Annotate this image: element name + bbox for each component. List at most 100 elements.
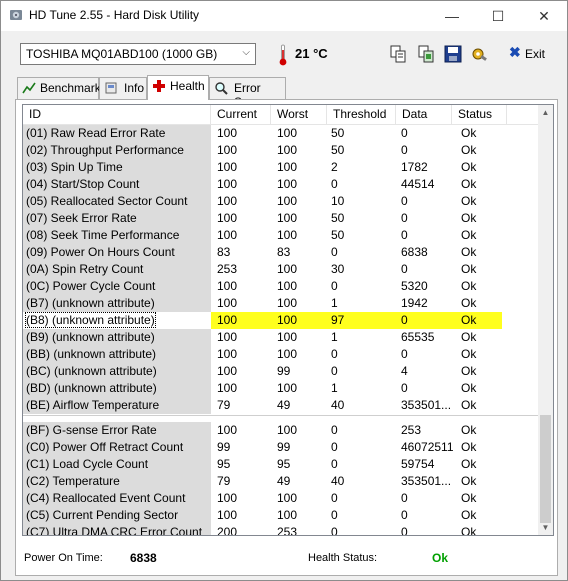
table-row[interactable]: (C7) Ultra DMA CRC Error Count 200 253 0… (23, 524, 538, 535)
table-row[interactable]: (C0) Power Off Retract Count 99 99 0 460… (23, 439, 538, 456)
column-header-id[interactable]: ID (23, 105, 211, 125)
app-window: HD Tune 2.55 - Hard Disk Utility — ☐ ✕ T… (0, 0, 568, 581)
cell-worst: 100 (277, 177, 298, 191)
table-row[interactable]: (C2) Temperature 79 49 40 353501... Ok (23, 473, 538, 490)
cell-current: 79 (217, 398, 231, 412)
scroll-up-arrow-icon[interactable]: ▲ (538, 105, 553, 120)
cell-id: (09) Power On Hours Count (23, 244, 211, 261)
table-row[interactable]: (C5) Current Pending Sector 100 100 0 0 … (23, 507, 538, 524)
smart-table[interactable]: ID Current Worst Threshold Data Status (… (22, 104, 554, 536)
table-row[interactable]: (08) Seek Time Performance 100 100 50 0 … (23, 227, 538, 244)
cell-id: (B7) (unknown attribute) (23, 295, 211, 312)
copy-screenshot-icon[interactable] (415, 43, 437, 65)
cell-current: 100 (217, 313, 238, 327)
cell-id: (C2) Temperature (23, 473, 211, 490)
cell-current: 200 (217, 525, 238, 535)
cell-threshold: 1 (331, 296, 338, 310)
tab-error-scan[interactable]: Error Scan (209, 77, 286, 109)
table-row[interactable]: (03) Spin Up Time 100 100 2 1782 Ok (23, 159, 538, 176)
tab-health[interactable]: Health (147, 75, 209, 100)
cell-id: (05) Reallocated Sector Count (23, 193, 211, 210)
table-row[interactable]: (02) Throughput Performance 100 100 50 0… (23, 142, 538, 159)
cell-status: Ok (461, 440, 477, 454)
scroll-down-arrow-icon[interactable]: ▼ (538, 520, 553, 535)
tab-benchmark[interactable]: Benchmark (17, 77, 101, 99)
cell-threshold: 50 (331, 126, 345, 140)
maximize-button[interactable]: ☐ (475, 1, 521, 31)
cell-id: (07) Seek Error Rate (23, 210, 211, 227)
cell-threshold: 0 (331, 364, 338, 378)
column-header-threshold[interactable]: Threshold (327, 105, 396, 125)
options-icon[interactable] (469, 43, 491, 65)
cell-status: Ok (461, 364, 477, 378)
table-row[interactable]: (BF) G-sense Error Rate 100 100 0 253 Ok (23, 422, 538, 439)
table-row[interactable]: (01) Raw Read Error Rate 100 100 50 0 Ok (23, 125, 538, 142)
minimize-button[interactable]: — (429, 1, 475, 31)
cell-worst: 100 (277, 228, 298, 242)
cell-worst: 49 (277, 398, 291, 412)
cell-id: (01) Raw Read Error Rate (23, 125, 211, 142)
cell-worst: 100 (277, 143, 298, 157)
column-header-status[interactable]: Status (452, 105, 507, 125)
table-row[interactable]: (05) Reallocated Sector Count 100 100 10… (23, 193, 538, 210)
health-panel: ID Current Worst Threshold Data Status (… (15, 99, 558, 576)
cell-id: (C0) Power Off Retract Count (23, 439, 211, 456)
cell-data: 5320 (401, 279, 428, 293)
cell-status: Ok (461, 398, 477, 412)
cell-status: Ok (461, 194, 477, 208)
table-header: ID Current Worst Threshold Data Status (23, 105, 538, 125)
column-header-current[interactable]: Current (211, 105, 271, 125)
cell-status: Ok (461, 381, 477, 395)
cell-id: (0A) Spin Retry Count (23, 261, 211, 278)
title-bar[interactable]: HD Tune 2.55 - Hard Disk Utility — ☐ ✕ (1, 1, 567, 31)
table-row[interactable]: (07) Seek Error Rate 100 100 50 0 Ok (23, 210, 538, 227)
health-status-value: Ok (432, 551, 449, 565)
copy-text-icon[interactable] (387, 43, 409, 65)
cell-status: Ok (461, 457, 477, 471)
scrollbar-thumb[interactable] (540, 415, 551, 523)
table-row[interactable]: (BC) (unknown attribute) 100 99 0 4 Ok (23, 363, 538, 380)
cell-status: Ok (461, 177, 477, 191)
cell-id: (C1) Load Cycle Count (23, 456, 211, 473)
table-row-selected[interactable]: (B8) (unknown attribute) 100 100 97 0 Ok (23, 312, 538, 329)
cell-id: (B8) (unknown attribute) (23, 312, 211, 329)
cell-current: 100 (217, 330, 238, 344)
table-row[interactable]: (C1) Load Cycle Count 95 95 0 59754 Ok (23, 456, 538, 473)
thermometer-icon (279, 44, 287, 66)
temperature-value: 21 °C (295, 46, 328, 61)
table-row[interactable]: (0C) Power Cycle Count 100 100 0 5320 Ok (23, 278, 538, 295)
cell-current: 100 (217, 491, 238, 505)
table-row[interactable]: (04) Start/Stop Count 100 100 0 44514 Ok (23, 176, 538, 193)
table-row[interactable]: (C4) Reallocated Event Count 100 100 0 0… (23, 490, 538, 507)
table-row[interactable]: (09) Power On Hours Count 83 83 0 6838 O… (23, 244, 538, 261)
close-button[interactable]: ✕ (521, 1, 567, 31)
table-row[interactable]: (B9) (unknown attribute) 100 100 1 65535… (23, 329, 538, 346)
cell-data: 0 (401, 126, 408, 140)
info-icon (105, 82, 117, 94)
tab-info[interactable]: Info (99, 77, 147, 99)
table-row[interactable]: (BB) (unknown attribute) 100 100 0 0 Ok (23, 346, 538, 363)
drive-select[interactable]: TOSHIBA MQ01ABD100 (1000 GB) ⌵ (20, 43, 256, 65)
cell-worst: 253 (277, 525, 298, 535)
table-row[interactable]: (BE) Airflow Temperature 79 49 40 353501… (23, 397, 538, 414)
table-row[interactable]: (B7) (unknown attribute) 100 100 1 1942 … (23, 295, 538, 312)
cell-status: Ok (461, 313, 477, 327)
table-row[interactable]: (0A) Spin Retry Count 253 100 30 0 Ok (23, 261, 538, 278)
cell-id: (03) Spin Up Time (23, 159, 211, 176)
cell-current: 100 (217, 211, 238, 225)
save-icon[interactable] (442, 43, 464, 65)
cell-worst: 100 (277, 347, 298, 361)
cell-worst: 49 (277, 474, 291, 488)
cell-threshold: 0 (331, 508, 338, 522)
exit-button[interactable]: ✖ Exit (501, 43, 551, 65)
column-header-data[interactable]: Data (396, 105, 452, 125)
cell-status: Ok (461, 491, 477, 505)
table-row[interactable]: (BD) (unknown attribute) 100 100 1 0 Ok (23, 380, 538, 397)
cell-status: Ok (461, 245, 477, 259)
cell-data: 353501... (401, 474, 452, 488)
vertical-scrollbar[interactable]: ▲ ▼ (538, 105, 553, 535)
cell-id: (0C) Power Cycle Count (23, 278, 211, 295)
cell-status: Ok (461, 423, 477, 437)
column-header-worst[interactable]: Worst (271, 105, 327, 125)
cell-current: 100 (217, 126, 238, 140)
